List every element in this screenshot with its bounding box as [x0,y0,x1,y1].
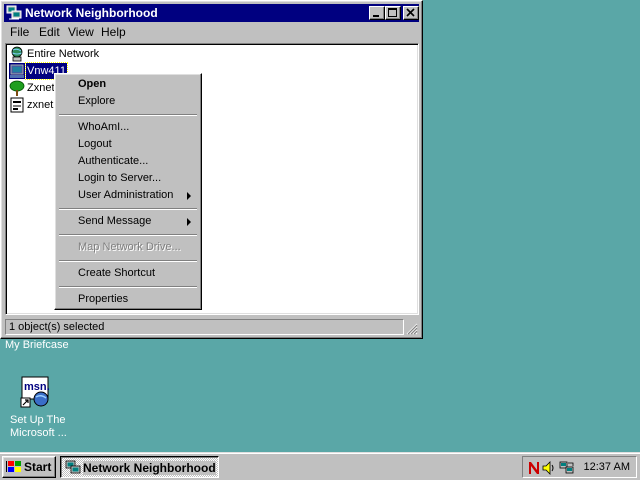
network-neighborhood-icon [65,460,81,476]
taskbar-button-network-neighborhood[interactable]: Network Neighborhood [60,456,219,478]
context-menu-open[interactable]: Open [58,76,198,93]
maximize-icon [388,8,397,17]
context-menu-whoami[interactable]: WhoAmI... [58,119,198,136]
context-menu-send-message[interactable]: Send Message [58,213,198,230]
menu-view[interactable]: View [68,25,94,39]
title-bar[interactable]: Network Neighborhood [4,4,419,22]
computer-icon [9,63,25,79]
msn-label-line1: Set Up The [10,414,66,426]
msn-label-line2: Microsoft ... [10,427,67,439]
network-tray-icon[interactable] [559,460,574,476]
taskbar-button-label: Network Neighborhood [83,461,216,475]
menu-separator [59,286,197,288]
context-menu-map-network-drive: Map Network Drive... [78,241,181,253]
context-menu-login-to-server[interactable]: Login to Server... [58,170,198,187]
context-menu-properties[interactable]: Properties [58,291,198,308]
context-menu-label: Send Message [78,215,152,227]
minimize-button[interactable] [369,6,385,20]
submenu-arrow-icon [187,218,191,226]
windows-logo-icon [6,460,22,474]
my-briefcase-label[interactable]: My Briefcase [5,339,75,352]
netware-n-icon[interactable] [527,460,541,476]
minimize-icon [373,15,379,17]
context-menu-label: User Administration [78,189,174,201]
svg-text:msn.: msn. [24,381,50,393]
server-doc-icon [9,97,25,113]
menu-help-label: Help [101,25,126,39]
menu-separator [59,114,197,116]
status-bar: 1 object(s) selected [4,318,419,336]
list-item-label: zxnet [27,99,54,111]
list-item-label: Zxnet [27,82,55,94]
msn-icon[interactable]: msn. [20,376,52,408]
status-text: 1 object(s) selected [5,319,404,335]
submenu-arrow-icon [187,192,191,200]
close-button[interactable] [403,6,419,20]
resize-grip-icon[interactable] [406,323,418,335]
speaker-icon[interactable] [542,460,556,476]
network-neighborhood-icon[interactable] [6,5,22,21]
maximize-button[interactable] [385,6,401,20]
window-title: Network Neighborhood [25,6,158,20]
context-menu-user-administration[interactable]: User Administration [58,187,198,204]
clock[interactable]: 12:37 AM [584,461,630,473]
start-button[interactable]: Start [2,456,56,478]
tree-icon [9,80,25,96]
context-menu: Open Explore WhoAmI... Logout Authentica… [54,73,202,310]
msn-setup-label[interactable]: Set Up The Microsoft ... [4,414,76,440]
network-globe-icon [9,46,25,62]
menu-separator [59,260,197,262]
list-item-label: Entire Network [27,48,100,60]
menu-view-label: View [68,25,94,39]
taskbar: Start Network Neighborhood 12:37 AM [0,452,640,480]
menu-bar: File Edit View Help [4,23,419,41]
menu-help[interactable]: Help [101,25,126,39]
close-icon [406,8,415,17]
menu-separator [59,234,197,236]
context-menu-explore[interactable]: Explore [58,93,198,110]
context-menu-create-shortcut[interactable]: Create Shortcut [58,265,198,282]
menu-edit[interactable]: Edit [39,25,60,39]
context-menu-logout[interactable]: Logout [58,136,198,153]
menu-edit-label: Edit [39,25,60,39]
menu-file[interactable]: File [10,25,29,39]
system-tray: 12:37 AM [522,456,637,478]
menu-separator [59,208,197,210]
start-label: Start [24,460,52,474]
context-menu-authenticate[interactable]: Authenticate... [58,153,198,170]
menu-file-label: File [10,25,30,39]
